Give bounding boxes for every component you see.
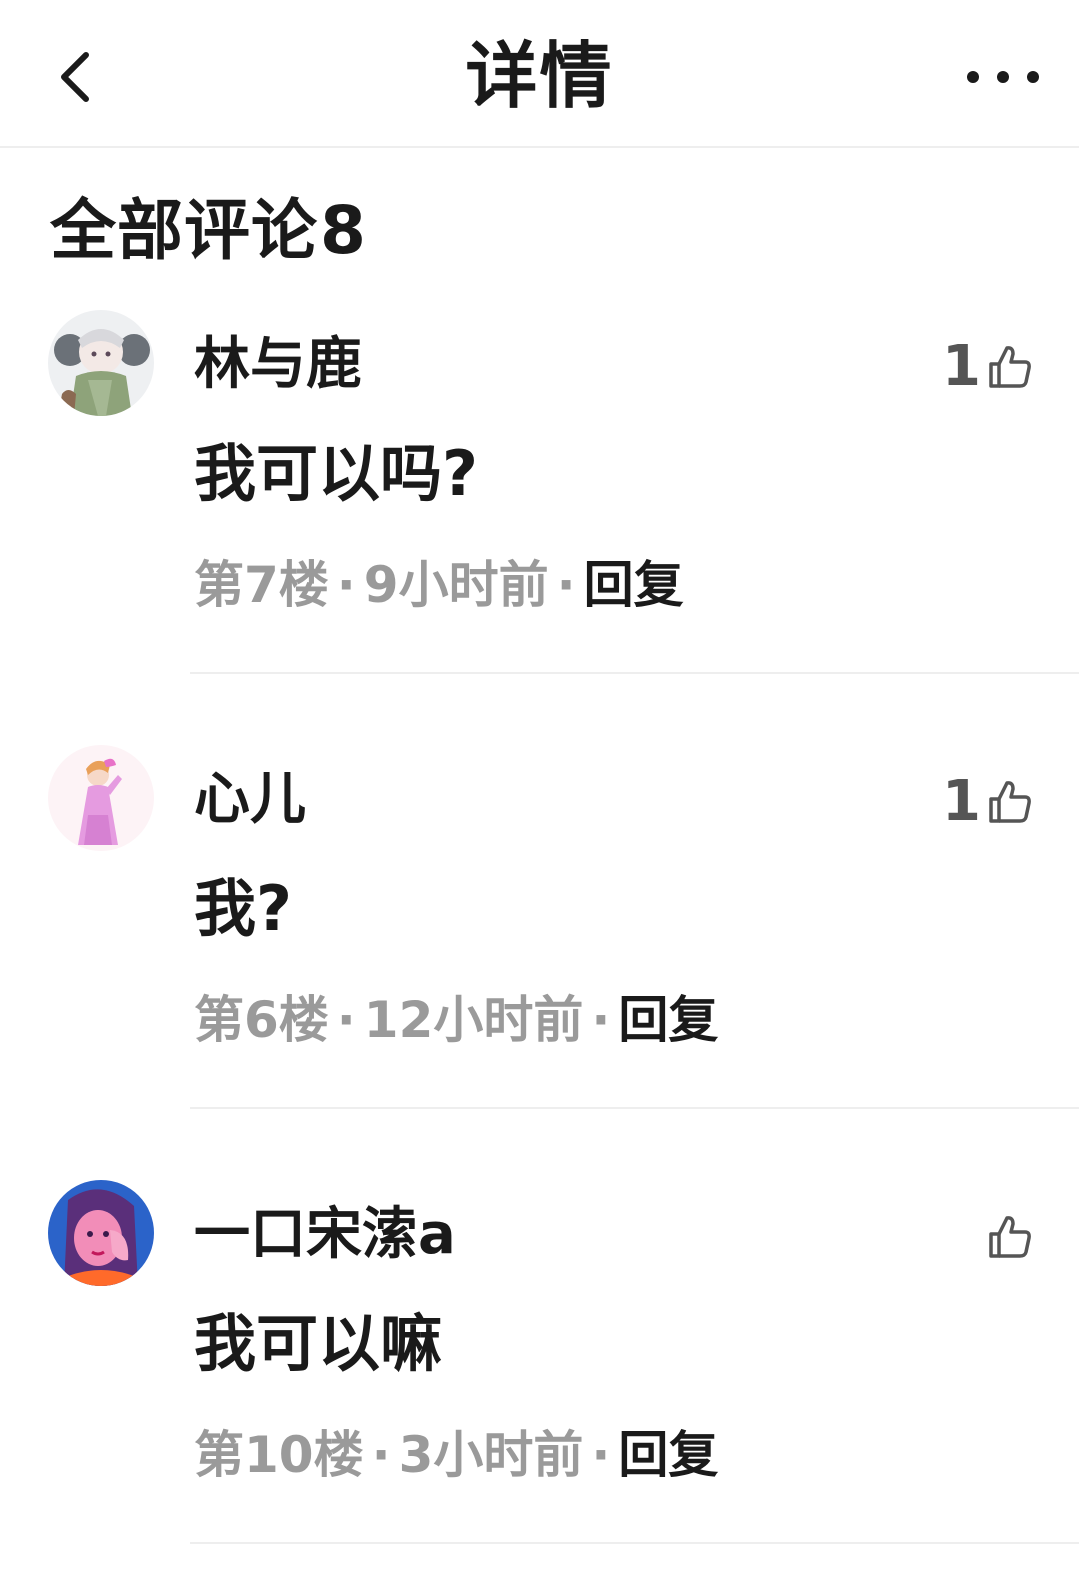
thumbs-up-icon — [989, 781, 1031, 823]
comments-count: 8 — [320, 192, 367, 269]
page-title: 详情 — [465, 34, 614, 118]
avatar[interactable] — [48, 310, 154, 416]
like-button[interactable]: 1 — [942, 767, 1035, 837]
comment-item: 林与鹿 1 我可以吗? 第7楼 · 9小时前 · 回复 — [0, 310, 1079, 742]
more-dot — [1027, 71, 1039, 83]
comment-time: 3小时前 — [398, 1426, 584, 1484]
top-nav-bar: 详情 — [0, 0, 1079, 148]
floor-number: 第10楼 — [194, 1426, 364, 1484]
like-button[interactable]: 1 — [942, 332, 1035, 402]
meta-separator: · — [591, 1426, 611, 1484]
floor-number: 第6楼 — [194, 991, 329, 1049]
avatar[interactable] — [48, 745, 154, 851]
username[interactable]: 心儿 — [194, 765, 306, 835]
comment-time: 12小时前 — [363, 991, 584, 1049]
thumbs-up-icon — [989, 346, 1031, 388]
anime-avatar-scarf — [48, 310, 154, 416]
comments-section-title: 全部评论8 — [50, 186, 367, 276]
meta-separator: · — [591, 991, 611, 1049]
divider — [190, 672, 1079, 674]
username[interactable]: 一口宋溹a — [194, 1200, 456, 1270]
floor-number: 第7楼 — [194, 556, 329, 614]
thumbs-up-icon — [989, 1216, 1031, 1258]
divider — [190, 1542, 1079, 1544]
meta-separator: · — [336, 991, 356, 1049]
comment-text: 我? — [194, 872, 292, 945]
illustrated-avatar-blue — [48, 1180, 154, 1286]
like-count: 1 — [942, 769, 981, 834]
anime-avatar-pink-dress — [48, 745, 154, 851]
comment-item: 心儿 1 我? 第6楼 · 12小时前 · 回复 — [0, 745, 1079, 1177]
like-button[interactable] — [981, 1202, 1035, 1272]
divider — [190, 1107, 1079, 1109]
reply-button[interactable]: 回复 — [618, 1420, 718, 1490]
comment-meta: 第10楼 · 3小时前 · 回复 — [194, 1420, 718, 1490]
comment-item: 一口宋溹a 我可以嘛 第10楼 · 3小时前 · 回复 — [0, 1180, 1079, 1592]
more-button[interactable] — [963, 52, 1043, 102]
comment-time: 9小时前 — [363, 556, 549, 614]
comment-detail-page: 详情 全部评论8 林与鹿 1 我可以吗? 第7楼 · 9小时前 · 回复 心儿 … — [0, 0, 1079, 1592]
comments-section-label: 全部评论 — [50, 192, 318, 269]
reply-button[interactable]: 回复 — [584, 550, 684, 620]
avatar[interactable] — [48, 1180, 154, 1286]
like-count: 1 — [942, 334, 981, 399]
reply-button[interactable]: 回复 — [618, 985, 718, 1055]
meta-separator: · — [371, 1426, 391, 1484]
comment-meta: 第7楼 · 9小时前 · 回复 — [194, 550, 684, 620]
more-dot — [997, 71, 1009, 83]
meta-separator: · — [336, 556, 356, 614]
more-horizontal-icon — [967, 71, 979, 83]
comment-meta: 第6楼 · 12小时前 · 回复 — [194, 985, 718, 1055]
comment-text: 我可以吗? — [194, 437, 478, 510]
comment-text: 我可以嘛 — [194, 1307, 443, 1380]
meta-separator: · — [556, 556, 576, 614]
username[interactable]: 林与鹿 — [194, 330, 362, 400]
